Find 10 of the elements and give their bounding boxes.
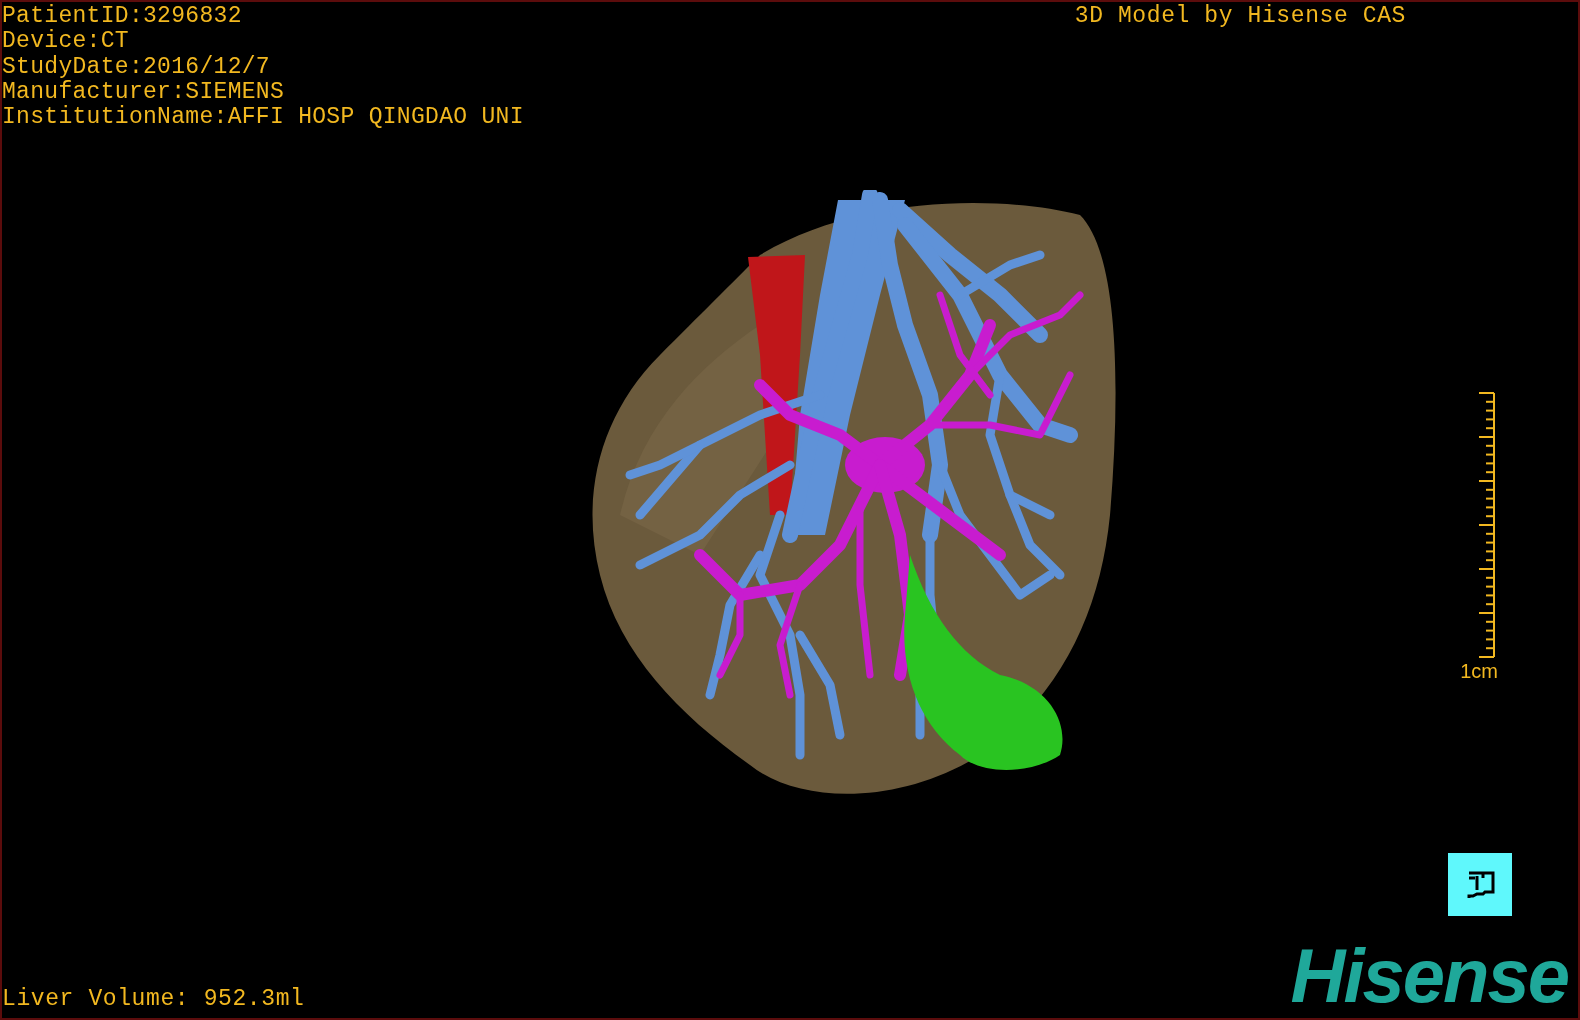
brand-logo: Hisense bbox=[1290, 936, 1569, 1016]
view-button[interactable] bbox=[1448, 853, 1512, 916]
scale-label: 1cm bbox=[1460, 660, 1498, 684]
viewer-title: 3D Model by Hisense CAS bbox=[1074, 4, 1406, 29]
patient-info-line: StudyDate:2016/12/7 bbox=[2, 54, 271, 80]
patient-info-line: InstitutionName:AFFI HOSP QINGDAO UNI bbox=[2, 105, 524, 131]
patient-info-line: Device:CT bbox=[2, 29, 130, 55]
liver-volume: Liver Volume: 952.3ml bbox=[2, 986, 305, 1012]
patient-info-line: Manufacturer:SIEMENS bbox=[2, 79, 286, 105]
patient-info-line: PatientID:3296832 bbox=[2, 4, 243, 29]
